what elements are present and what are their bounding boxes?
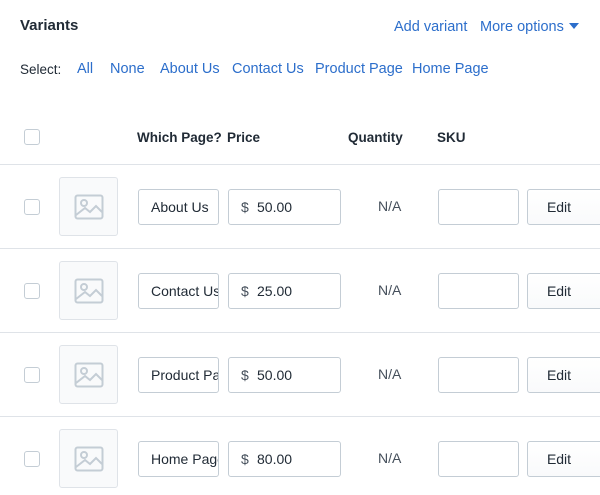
row-more-button[interactable]: [590, 357, 600, 393]
sku-field[interactable]: [438, 357, 519, 393]
price-value: 80.00: [257, 451, 293, 467]
variant-image[interactable]: [59, 177, 118, 236]
image-placeholder-icon: [74, 278, 103, 303]
which-page-field[interactable]: Product Page: [138, 357, 219, 393]
image-placeholder-icon: [74, 446, 103, 471]
price-field[interactable]: $25.00: [228, 273, 341, 309]
more-options-button[interactable]: More options: [480, 19, 579, 35]
table-header: Which Page? Price Quantity SKU: [0, 118, 600, 165]
row-checkbox[interactable]: [24, 451, 40, 467]
select-contact-us-link[interactable]: Contact Us: [232, 61, 304, 77]
column-quantity: Quantity: [348, 130, 403, 145]
table-row: Home Page $80.00 N/A Edit: [0, 417, 600, 495]
select-none-link[interactable]: None: [110, 61, 145, 77]
quantity-value: N/A: [378, 282, 402, 298]
edit-button[interactable]: Edit: [527, 189, 591, 225]
column-price: Price: [227, 130, 261, 145]
select-all-checkbox[interactable]: [24, 129, 40, 145]
which-page-field[interactable]: About Us: [138, 189, 219, 225]
column-which-page: Which Page?: [137, 130, 222, 145]
currency-symbol: $: [241, 367, 249, 383]
more-options-label: More options: [480, 19, 564, 35]
which-page-field[interactable]: Home Page: [138, 441, 219, 477]
edit-button[interactable]: Edit: [527, 273, 591, 309]
edit-button[interactable]: Edit: [527, 357, 591, 393]
image-placeholder-icon: [74, 362, 103, 387]
select-home-page-link[interactable]: Home Page: [412, 61, 489, 77]
quantity-value: N/A: [378, 366, 402, 382]
price-value: 50.00: [257, 367, 293, 383]
select-label: Select:: [20, 62, 62, 77]
quantity-value: N/A: [378, 450, 402, 466]
sku-field[interactable]: [438, 441, 519, 477]
variant-image[interactable]: [59, 261, 118, 320]
sku-field[interactable]: [438, 273, 519, 309]
currency-symbol: $: [241, 451, 249, 467]
column-sku: SKU: [437, 130, 466, 145]
which-page-field[interactable]: Contact Us: [138, 273, 219, 309]
select-about-us-link[interactable]: About Us: [160, 61, 220, 77]
row-checkbox[interactable]: [24, 367, 40, 383]
table-row: Product Page $50.00 N/A Edit: [0, 333, 600, 417]
add-variant-link[interactable]: Add variant: [394, 19, 467, 35]
price-field[interactable]: $80.00: [228, 441, 341, 477]
variant-image[interactable]: [59, 345, 118, 404]
currency-symbol: $: [241, 199, 249, 215]
row-checkbox[interactable]: [24, 283, 40, 299]
price-value: 50.00: [257, 199, 293, 215]
select-all-link[interactable]: All: [77, 61, 93, 77]
variants-panel: Variants Add variant More options Select…: [0, 0, 600, 495]
row-more-button[interactable]: [590, 189, 600, 225]
sku-field[interactable]: [438, 189, 519, 225]
price-field[interactable]: $50.00: [228, 357, 341, 393]
table-row: Contact Us $25.00 N/A Edit: [0, 249, 600, 333]
image-placeholder-icon: [74, 194, 103, 219]
price-value: 25.00: [257, 283, 293, 299]
section-title: Variants: [20, 17, 79, 34]
price-field[interactable]: $50.00: [228, 189, 341, 225]
row-more-button[interactable]: [590, 273, 600, 309]
select-product-page-link[interactable]: Product Page: [315, 61, 403, 77]
quantity-value: N/A: [378, 198, 402, 214]
currency-symbol: $: [241, 283, 249, 299]
table-row: About Us $50.00 N/A Edit: [0, 165, 600, 249]
edit-button[interactable]: Edit: [527, 441, 591, 477]
row-checkbox[interactable]: [24, 199, 40, 215]
row-more-button[interactable]: [590, 441, 600, 477]
variant-image[interactable]: [59, 429, 118, 488]
caret-down-icon: [568, 23, 579, 29]
